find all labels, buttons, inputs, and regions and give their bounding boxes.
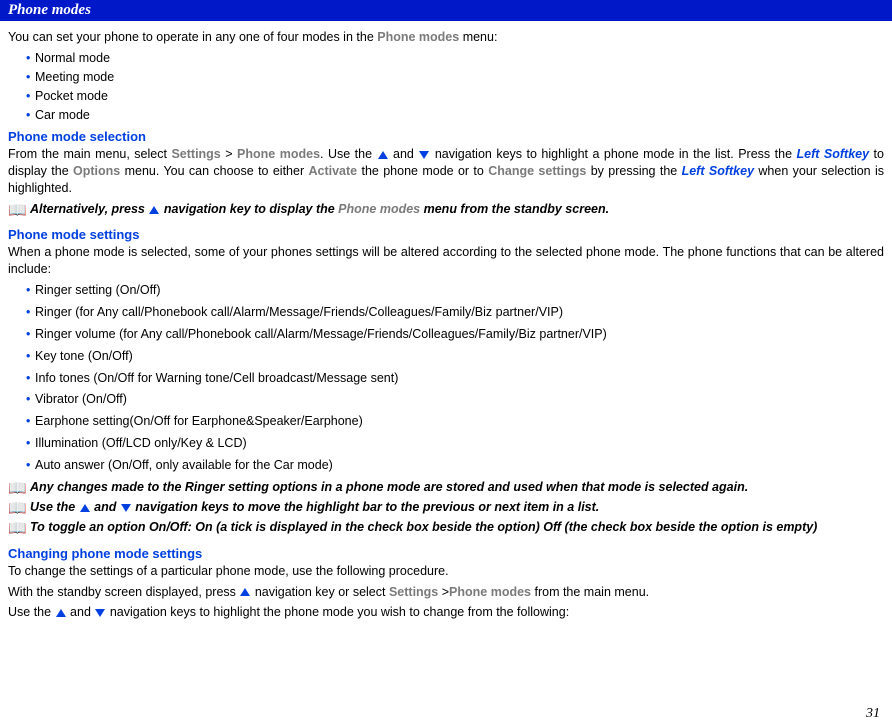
book-icon: 📖 [8,479,30,499]
intro-gray: Phone modes [377,30,459,44]
book-icon: 📖 [8,499,30,519]
list-item: Auto answer (On/Off, only available for … [26,457,884,474]
page-number: 31 [866,706,880,722]
text: navigation key to display the [160,202,338,216]
note-use-arrows: 📖 Use the and navigation keys to move th… [8,499,884,519]
change-settings-label: Change settings [488,164,586,178]
down-arrow-icon [419,151,429,159]
text: . Use the [320,147,377,161]
options-label: Options [73,164,120,178]
text: and [67,605,95,619]
mode-label: Pocket mode [35,89,108,103]
note-text: Any changes made to the Ringer setting o… [30,479,884,496]
changing-p1: To change the settings of a particular p… [8,563,884,580]
intro-pre: You can set your phone to operate in any… [8,30,377,44]
activate-label: Activate [308,164,357,178]
text: Use the [30,500,79,514]
list-item: Ringer volume (for Any call/Phonebook ca… [26,326,884,343]
down-arrow-icon [121,504,131,512]
section-heading-settings: Phone mode settings [8,227,884,242]
mode-label: Normal mode [35,51,110,65]
mode-label: Meeting mode [35,70,114,84]
item-label: Earphone setting(On/Off for Earphone&Spe… [35,414,363,428]
book-icon: 📖 [8,519,30,539]
phonemodes-label: Phone modes [338,202,420,216]
text: navigation key or select [251,585,389,599]
text: by pressing the [586,164,681,178]
text: > [438,585,449,599]
text: from the main menu. [531,585,649,599]
note-text: Alternatively, press navigation key to d… [30,201,884,218]
down-arrow-icon [95,609,105,617]
section-heading-changing: Changing phone mode settings [8,546,884,561]
item-label: Vibrator (On/Off) [35,392,127,406]
note-ringer-changes: 📖 Any changes made to the Ringer setting… [8,479,884,499]
intro-post: menu: [459,30,497,44]
left-softkey-label: Left Softkey [797,147,870,161]
list-item: Pocket mode [26,88,884,105]
phonemodes-label: Phone modes [237,147,320,161]
settings-paragraph: When a phone mode is selected, some of y… [8,244,884,278]
text: navigation keys to highlight a phone mod… [430,147,796,161]
list-item: Info tones (On/Off for Warning tone/Cell… [26,370,884,387]
item-label: Key tone (On/Off) [35,349,133,363]
settings-list: Ringer setting (On/Off) Ringer (for Any … [26,282,884,474]
text: and [91,500,120,514]
page-title: Phone modes [8,2,91,18]
phonemodes-label: Phone modes [449,585,531,599]
list-item: Ringer (for Any call/Phonebook call/Alar… [26,304,884,321]
up-arrow-icon [378,151,388,159]
text: navigation keys to highlight the phone m… [106,605,569,619]
settings-label: Settings [389,585,438,599]
note-toggle: 📖 To toggle an option On/Off: On (a tick… [8,519,884,539]
list-item: Normal mode [26,50,884,67]
item-label: Info tones (On/Off for Warning tone/Cell… [35,371,398,385]
changing-p3: Use the and navigation keys to highlight… [8,604,884,621]
text: menu from the standby screen. [420,202,609,216]
list-item: Vibrator (On/Off) [26,391,884,408]
mode-label: Car mode [35,108,90,122]
intro-paragraph: You can set your phone to operate in any… [8,29,884,46]
list-item: Ringer setting (On/Off) [26,282,884,299]
book-icon: 📖 [8,201,30,221]
item-label: Auto answer (On/Off, only available for … [35,458,333,472]
section-heading-selection: Phone mode selection [8,129,884,144]
text: Alternatively, press [30,202,148,216]
text: From the main menu, select [8,147,171,161]
modes-list: Normal mode Meeting mode Pocket mode Car… [26,50,884,124]
list-item: Car mode [26,107,884,124]
text: the phone mode or to [357,164,488,178]
text: > [221,147,237,161]
text: and [389,147,419,161]
up-arrow-icon [80,504,90,512]
up-arrow-icon [149,206,159,214]
selection-paragraph: From the main menu, select Settings > Ph… [8,146,884,197]
changing-p2: With the standby screen displayed, press… [8,584,884,601]
left-softkey-label: Left Softkey [682,164,754,178]
list-item: Key tone (On/Off) [26,348,884,365]
note-text: To toggle an option On/Off: On (a tick i… [30,519,884,536]
item-label: Ringer (for Any call/Phonebook call/Alar… [35,305,563,319]
item-label: Ringer volume (for Any call/Phonebook ca… [35,327,607,341]
text: Use the [8,605,55,619]
up-arrow-icon [240,588,250,596]
up-arrow-icon [56,609,66,617]
page-title-bar: Phone modes [0,0,892,21]
text: menu. You can choose to either [120,164,308,178]
text: navigation [132,500,201,514]
list-item: Meeting mode [26,69,884,86]
item-label: Illumination (Off/LCD only/Key & LCD) [35,436,247,450]
list-item: Earphone setting(On/Off for Earphone&Spe… [26,413,884,430]
text: keys to move the highlight bar to the pr… [201,500,599,514]
note-alternatively: 📖 Alternatively, press navigation key to… [8,201,884,221]
note-text: Use the and navigation keys to move the … [30,499,884,516]
settings-label: Settings [171,147,220,161]
item-label: Ringer setting (On/Off) [35,283,161,297]
text: With the standby screen displayed, press [8,585,239,599]
list-item: Illumination (Off/LCD only/Key & LCD) [26,435,884,452]
